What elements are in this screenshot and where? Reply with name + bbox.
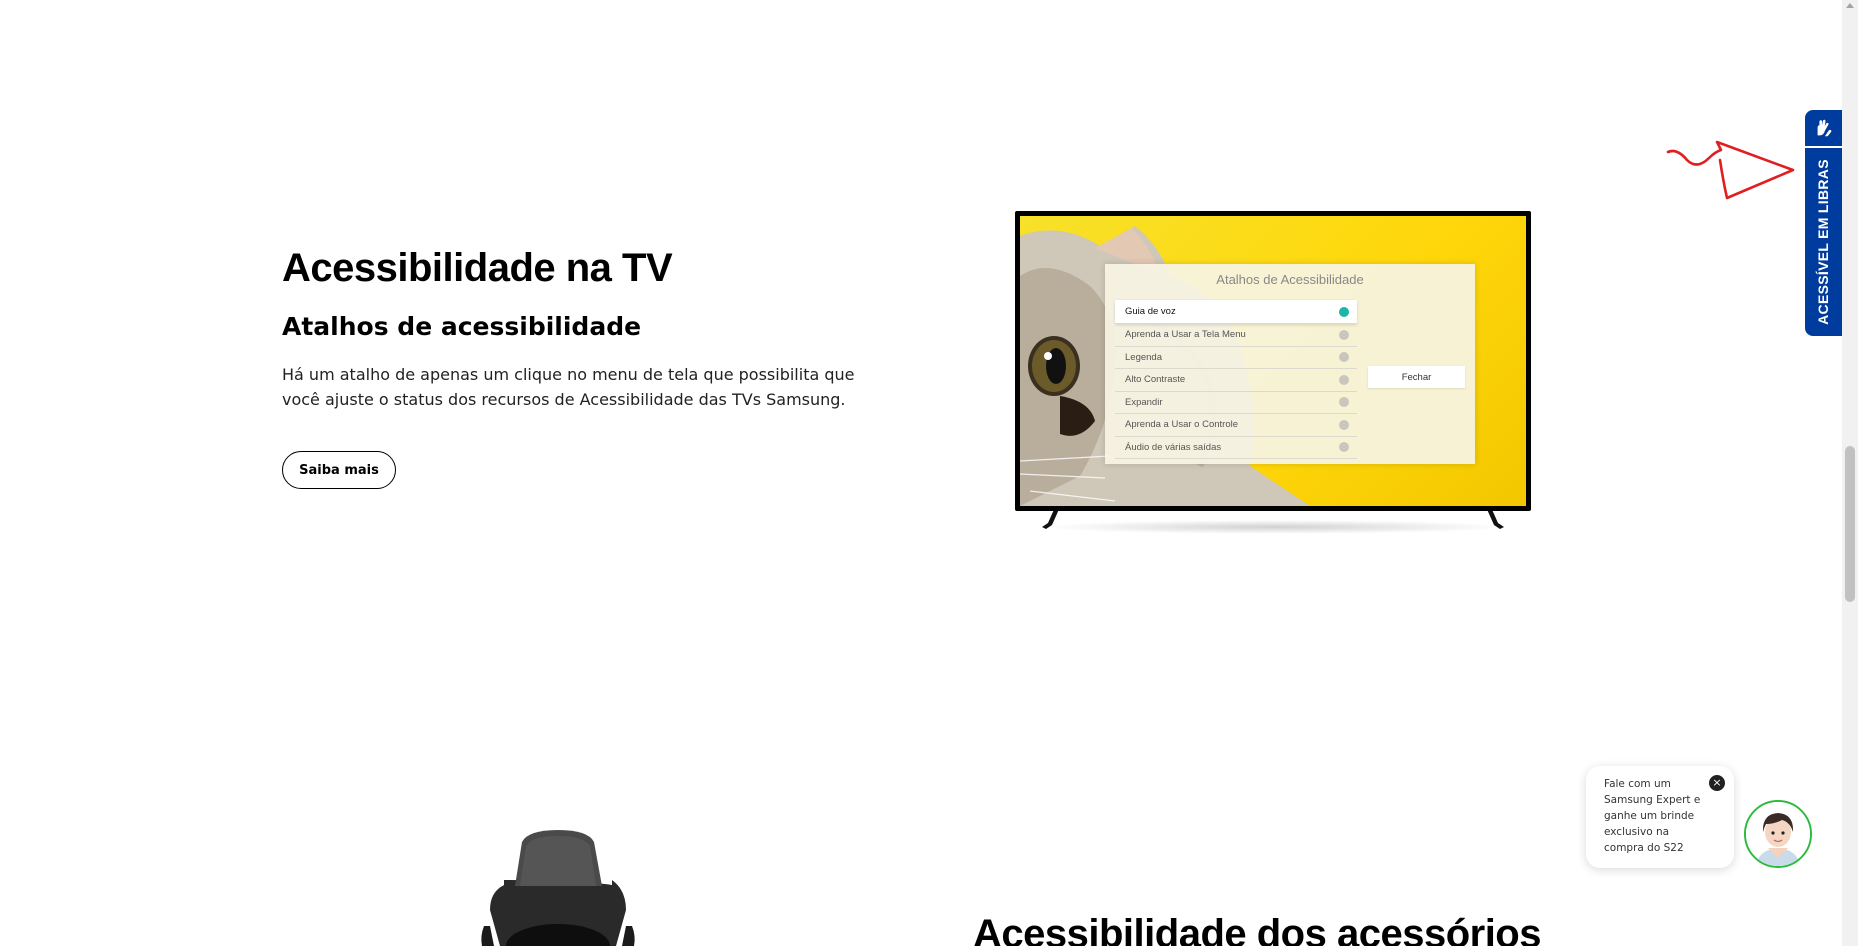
chat-close-button[interactable]: × <box>1709 775 1725 791</box>
menu-item-label: Aprenda a Usar a Tela Menu <box>1125 329 1246 341</box>
menu-item: Expandir <box>1115 392 1357 414</box>
toggle-off-icon <box>1339 397 1349 408</box>
page: Acessibilidade na TV Atalhos de acessibi… <box>0 0 1842 946</box>
toggle-off-icon <box>1339 442 1349 453</box>
section-title: Acessibilidade na TV <box>282 246 673 290</box>
scroll-up-arrow-icon[interactable] <box>1846 3 1854 8</box>
toggle-off-icon <box>1339 329 1349 340</box>
tv-screen: Atalhos de Acessibilidade Guia de voz Ap… <box>1020 216 1526 506</box>
section-subtitle: Atalhos de acessibilidade <box>282 312 642 341</box>
chat-message: Fale com um Samsung Expert e ganhe um br… <box>1604 778 1701 854</box>
scroll-thumb[interactable] <box>1845 446 1855 602</box>
toggle-off-icon <box>1339 419 1349 430</box>
menu-close-button: Fechar <box>1368 366 1465 388</box>
menu-item: Áudio de várias saídas <box>1115 437 1357 459</box>
chat-avatar-button[interactable] <box>1744 800 1812 868</box>
menu-item-label: Áudio de várias saídas <box>1125 441 1222 453</box>
libras-icon-wrapper <box>1805 110 1842 148</box>
toggle-off-icon <box>1339 352 1349 363</box>
menu-item-label: Aprenda a Usar o Controle <box>1125 419 1239 431</box>
menu-item-label: Alto Contraste <box>1125 374 1186 386</box>
toggle-on-icon <box>1339 306 1349 317</box>
accessories-section-title: Acessibilidade dos acessórios <box>973 912 1541 946</box>
smartwatch-image <box>481 830 635 946</box>
menu-list: Guia de voz Aprenda a Usar a Tela Menu L… <box>1115 300 1357 459</box>
expert-avatar-icon <box>1746 802 1810 866</box>
annotation-arrow-icon <box>1666 140 1795 200</box>
menu-item: Legenda <box>1115 347 1357 369</box>
sign-language-hands-icon <box>1817 119 1831 137</box>
menu-item-label: Guia de voz <box>1125 306 1176 317</box>
tv-image: Atalhos de Acessibilidade Guia de voz Ap… <box>1015 211 1531 511</box>
accessibility-shortcuts-menu: Atalhos de Acessibilidade Guia de voz Ap… <box>1105 264 1475 464</box>
page-scrollbar[interactable] <box>1842 0 1858 946</box>
libras-accessibility-tab[interactable]: ACESSÍVEL EM LIBRAS <box>1805 110 1842 336</box>
menu-item: Alto Contraste <box>1115 369 1357 392</box>
menu-item-label: Expandir <box>1125 396 1163 408</box>
toggle-off-icon <box>1339 374 1349 385</box>
libras-label: ACESSÍVEL EM LIBRAS <box>1815 159 1831 325</box>
learn-more-button[interactable]: Saiba mais <box>282 451 396 489</box>
menu-title: Atalhos de Acessibilidade <box>1216 272 1364 287</box>
menu-item: Aprenda a Usar a Tela Menu <box>1115 324 1357 347</box>
menu-item-label: Legenda <box>1125 351 1162 363</box>
menu-item: Aprenda a Usar o Controle <box>1115 414 1357 437</box>
menu-item-voice-guide: Guia de voz <box>1115 300 1357 324</box>
section-description: Há um atalho de apenas um clique no menu… <box>282 365 855 409</box>
tv-shadow <box>1040 520 1510 534</box>
